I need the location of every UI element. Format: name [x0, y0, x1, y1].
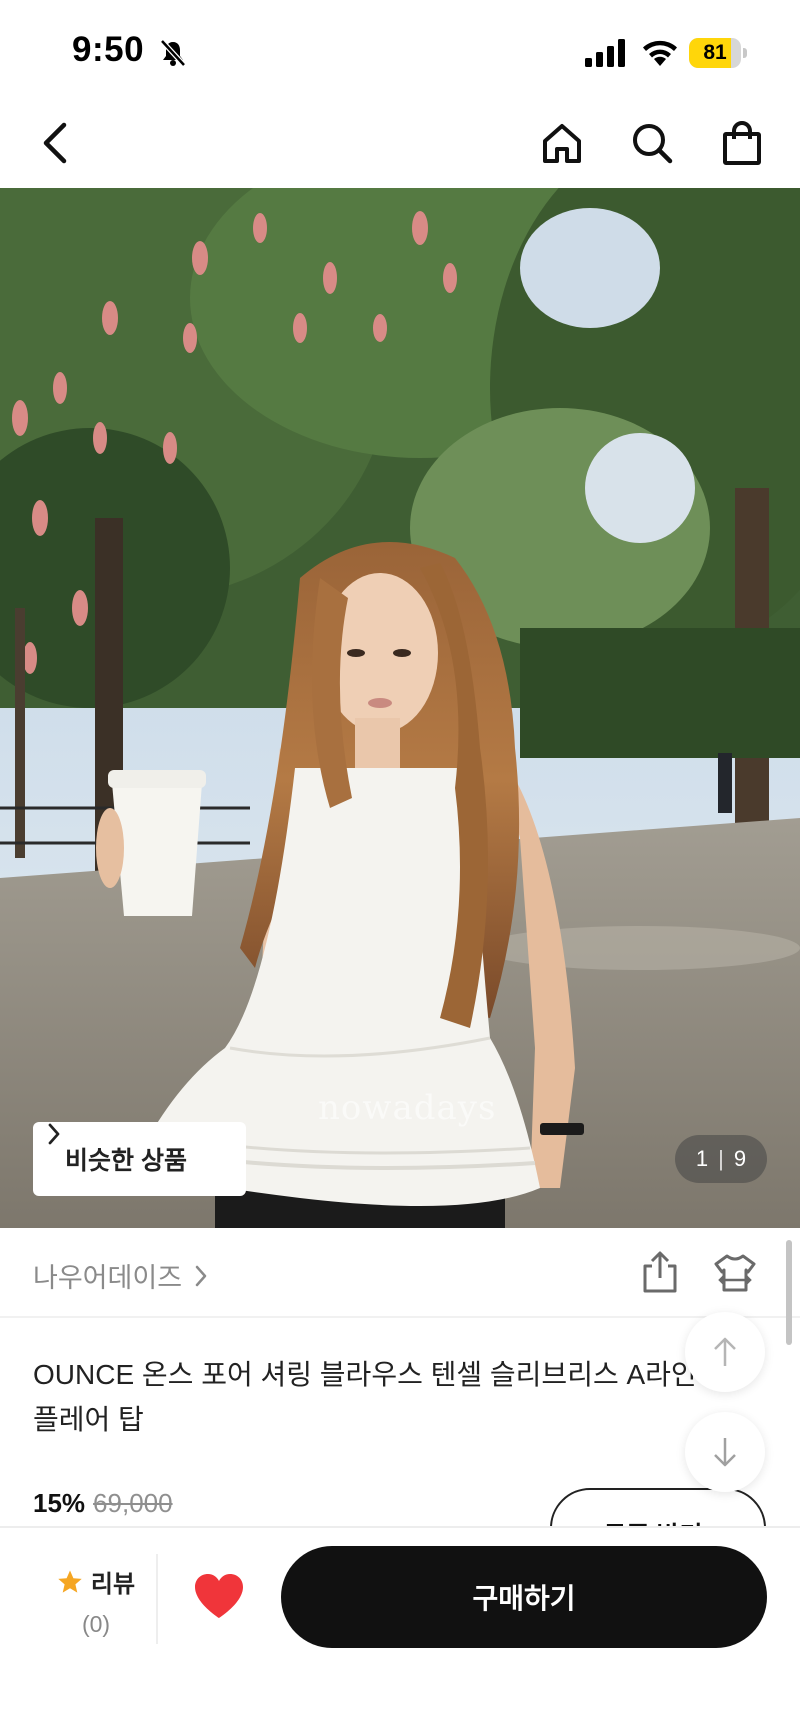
status-time: 9:50: [72, 30, 145, 69]
star-icon: [58, 1570, 82, 1593]
bottom-action-bar: 리뷰 (0) 구매하기: [0, 1526, 800, 1732]
original-price: 69,000: [93, 1488, 173, 1518]
chevron-right-icon: [195, 1265, 207, 1286]
scroll-down-button[interactable]: [685, 1412, 765, 1492]
image-counter: 1 | 9: [675, 1135, 767, 1183]
signal-icon: [585, 39, 625, 67]
divider: [156, 1554, 158, 1644]
image-watermark: nowadays: [318, 1088, 497, 1128]
bell-off-icon: [160, 39, 186, 67]
battery-icon: 81: [689, 38, 747, 68]
scrollbar[interactable]: [786, 1240, 792, 1345]
brand-name: 나우어데이즈: [33, 1263, 183, 1293]
shopping-bag-icon[interactable]: [717, 118, 767, 168]
arrow-up-icon: [714, 1337, 736, 1366]
wifi-icon: [643, 40, 677, 66]
review-label: 리뷰: [90, 1571, 136, 1598]
similar-products-button[interactable]: 비슷한 상품: [33, 1122, 246, 1196]
search-icon[interactable]: [627, 118, 677, 168]
heart-icon[interactable]: [193, 1572, 245, 1620]
price-row: 15% 69,000: [33, 1488, 173, 1519]
discount-rate: 15%: [33, 1488, 86, 1518]
brand-row: 나우어데이즈: [0, 1228, 800, 1318]
battery-percent: 81: [703, 41, 727, 64]
share-icon[interactable]: [640, 1250, 680, 1294]
chevron-right-icon: [48, 1123, 60, 1145]
buy-button[interactable]: 구매하기: [281, 1546, 767, 1648]
nav-bar: [0, 100, 800, 188]
image-counter-total: 9: [733, 1146, 747, 1171]
image-counter-current: 1: [695, 1146, 709, 1171]
arrow-down-icon: [714, 1438, 736, 1467]
product-image[interactable]: nowadays 비슷한 상품 1 | 9: [0, 188, 800, 1228]
similar-products-label: 비슷한 상품: [65, 1147, 187, 1175]
back-icon[interactable]: [30, 118, 80, 168]
review-button[interactable]: 리뷰 (0): [38, 1564, 154, 1638]
status-bar: 9:50 81: [0, 0, 800, 100]
image-counter-separator: |: [718, 1146, 724, 1171]
fit-icon[interactable]: [712, 1252, 758, 1294]
product-photo: [0, 188, 800, 1228]
review-count: (0): [81, 1611, 111, 1637]
home-icon[interactable]: [537, 118, 587, 168]
scroll-up-button[interactable]: [685, 1312, 765, 1392]
product-title: OUNCE 온스 포어 셔링 블라우스 텐셀 슬리브리스 A라인 플레어 탑: [33, 1359, 697, 1435]
product-detail-screen: 9:50 81 nowadays 비슷한 상품 1 | 9 나우어데이즈 OUN…: [0, 0, 800, 1732]
brand-link[interactable]: 나우어데이즈: [33, 1256, 208, 1295]
